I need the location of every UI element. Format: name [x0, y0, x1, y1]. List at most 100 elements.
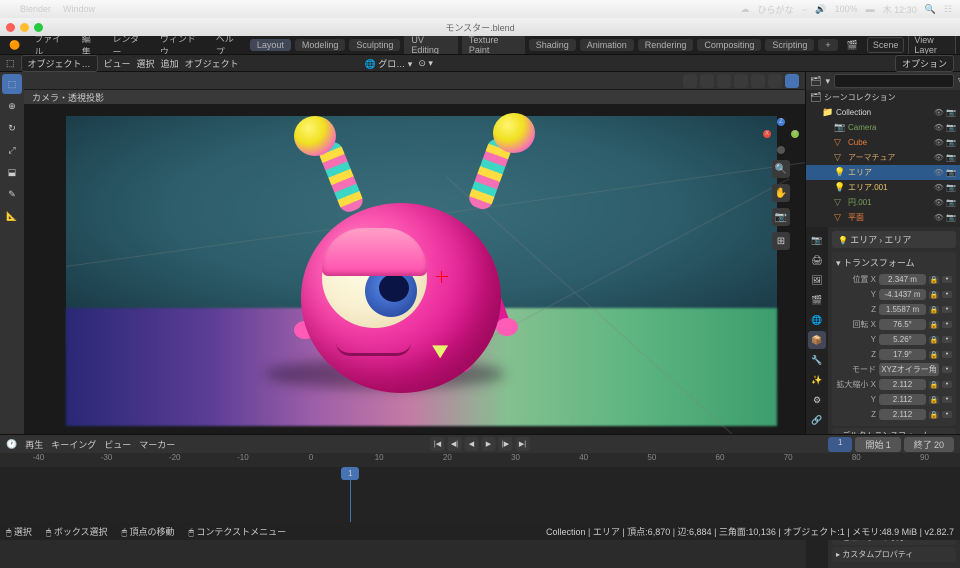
- gizmo-toggle[interactable]: [700, 74, 714, 88]
- scale-y[interactable]: 2.112: [879, 394, 926, 405]
- overlay-toggle[interactable]: [683, 74, 697, 88]
- workspace-tab-texpaint[interactable]: Texture Paint: [462, 34, 525, 56]
- editor-type-icon[interactable]: ⬚: [6, 58, 15, 69]
- pivot-selector[interactable]: ⊙ ▾: [418, 58, 433, 69]
- timeline-track[interactable]: 1: [0, 467, 960, 522]
- viewport-gizmo[interactable]: X Y Z 🔍 ✋ 📷 ⊞: [763, 118, 799, 250]
- control-center-icon[interactable]: ☷: [944, 4, 952, 15]
- scene-selector[interactable]: Scene: [867, 37, 905, 53]
- app-menu-window[interactable]: Window: [63, 4, 95, 14]
- workspace-tab-uv[interactable]: UV Editing: [404, 34, 458, 56]
- workspace-tab-rendering[interactable]: Rendering: [638, 39, 694, 51]
- vp-menu-select[interactable]: 選択: [137, 57, 155, 70]
- xray-toggle[interactable]: [717, 74, 731, 88]
- app-name[interactable]: Blender: [20, 4, 51, 14]
- shading-solid[interactable]: [751, 74, 765, 88]
- prop-tab-viewlayer[interactable]: 🖼: [808, 271, 826, 289]
- frame-end[interactable]: 終了 20: [904, 437, 954, 452]
- orientation-selector[interactable]: 🌐 グロ… ▾: [365, 57, 413, 70]
- transform-label[interactable]: トランスフォーム: [843, 258, 915, 268]
- rot-y[interactable]: 5.26°: [879, 334, 926, 345]
- outliner-row[interactable]: ▽円.001👁 📷: [806, 195, 960, 210]
- zoom-icon[interactable]: 🔍: [772, 160, 790, 178]
- outliner-row[interactable]: 📁Collection👁 📷: [806, 105, 960, 120]
- play-button[interactable]: ▶: [482, 437, 496, 451]
- workspace-tab-layout[interactable]: Layout: [250, 39, 291, 51]
- camera-icon[interactable]: 📷: [772, 208, 790, 226]
- shading-preview[interactable]: [768, 74, 782, 88]
- blender-icon[interactable]: 🟠: [4, 38, 25, 53]
- rot-mode[interactable]: XYZオイラー角: [879, 363, 939, 376]
- frame-start[interactable]: 開始 1: [855, 437, 900, 452]
- scene-collection-label[interactable]: シーンコレクション: [824, 92, 956, 103]
- outliner-row[interactable]: ▽平面👁 📷: [806, 210, 960, 225]
- scale-x[interactable]: 2.112: [879, 379, 926, 390]
- perspective-icon[interactable]: ⊞: [772, 232, 790, 250]
- orbit-gizmo[interactable]: X Y Z: [763, 118, 799, 154]
- vp-menu-view[interactable]: ビュー: [104, 57, 131, 70]
- close-icon[interactable]: [6, 23, 15, 32]
- loc-z[interactable]: 1.5587 m: [879, 304, 926, 315]
- outliner-mode-icon[interactable]: ▾: [825, 76, 830, 87]
- volume-icon[interactable]: 🔊: [815, 4, 826, 15]
- loc-y[interactable]: -4.1437 m: [879, 289, 926, 300]
- rot-x[interactable]: 76.5°: [879, 319, 926, 330]
- outliner-row[interactable]: 💡エリア👁 📷: [806, 165, 960, 180]
- play-reverse-button[interactable]: ◀: [465, 437, 479, 451]
- outliner-row[interactable]: 💡エリア.001👁 📷: [806, 180, 960, 195]
- tool-scale[interactable]: ⬓: [2, 162, 22, 182]
- outliner-search[interactable]: [834, 74, 954, 88]
- prop-tab-world[interactable]: 🌐: [808, 311, 826, 329]
- workspace-tab-modeling[interactable]: Modeling: [295, 39, 346, 51]
- tool-annotate[interactable]: ✎: [2, 184, 22, 204]
- shading-rendered[interactable]: [785, 74, 799, 88]
- jump-start-button[interactable]: |◀: [431, 437, 445, 451]
- options-popover[interactable]: オプション: [895, 55, 954, 72]
- keyframe-prev-button[interactable]: ◀|: [448, 437, 462, 451]
- prop-tab-constraint[interactable]: 🔗: [808, 411, 826, 429]
- outliner-row[interactable]: ▽アーマチュア👁 📷: [806, 150, 960, 165]
- rot-z[interactable]: 17.9°: [879, 349, 926, 360]
- tl-menu-keying[interactable]: キーイング: [51, 438, 96, 451]
- keyframe-next-button[interactable]: |▶: [499, 437, 513, 451]
- pan-icon[interactable]: ✋: [772, 184, 790, 202]
- prop-tab-physics[interactable]: ⚙: [808, 391, 826, 409]
- workspace-add-tab[interactable]: +: [818, 39, 837, 51]
- outliner-row[interactable]: ▽Cube👁 📷: [806, 135, 960, 150]
- tool-select[interactable]: ⬚: [2, 74, 22, 94]
- outliner-row[interactable]: 📷Camera👁 📷: [806, 120, 960, 135]
- viewport-canvas[interactable]: X Y Z 🔍 ✋ 📷 ⊞: [24, 104, 805, 434]
- timeline-ruler[interactable]: -40-30-20-100102030405060708090: [0, 453, 960, 467]
- prop-tab-output[interactable]: 🖨: [808, 251, 826, 269]
- spotlight-icon[interactable]: 🔍: [925, 4, 936, 15]
- playhead[interactable]: 1: [350, 467, 351, 522]
- mode-selector[interactable]: オブジェクト…: [21, 55, 98, 72]
- current-frame[interactable]: 1: [828, 437, 852, 452]
- tl-menu-play[interactable]: 再生: [25, 438, 43, 451]
- jump-end-button[interactable]: ▶|: [516, 437, 530, 451]
- timeline-editor-icon[interactable]: 🕐: [6, 439, 17, 450]
- outliner-editor-icon[interactable]: 🗂: [810, 76, 821, 87]
- prop-tab-particles[interactable]: ✨: [808, 371, 826, 389]
- workspace-tab-compositing[interactable]: Compositing: [697, 39, 761, 51]
- scale-z[interactable]: 2.112: [879, 409, 926, 420]
- tool-cursor[interactable]: ⊕: [2, 96, 22, 116]
- vp-menu-object[interactable]: オブジェクト: [185, 57, 239, 70]
- tl-menu-view[interactable]: ビュー: [104, 438, 131, 451]
- workspace-tab-shading[interactable]: Shading: [529, 39, 576, 51]
- workspace-tab-sculpting[interactable]: Sculpting: [349, 39, 400, 51]
- prop-tab-render[interactable]: 📷: [808, 231, 826, 249]
- tl-menu-marker[interactable]: マーカー: [139, 438, 175, 451]
- workspace-tab-animation[interactable]: Animation: [580, 39, 634, 51]
- prop-section[interactable]: ▸ カスタムプロパティ: [832, 547, 956, 562]
- prop-tab-object[interactable]: 📦: [808, 331, 826, 349]
- ime-indicator[interactable]: ひらがな: [757, 3, 793, 16]
- vp-menu-add[interactable]: 追加: [161, 57, 179, 70]
- shading-wireframe[interactable]: [734, 74, 748, 88]
- tool-rotate[interactable]: ⤢: [2, 140, 22, 160]
- zoom-icon[interactable]: [34, 23, 43, 32]
- wifi-icon[interactable]: ⌢: [801, 4, 807, 15]
- tool-measure[interactable]: 📐: [2, 206, 22, 226]
- tool-move[interactable]: ↻: [2, 118, 22, 138]
- loc-x[interactable]: 2.347 m: [879, 274, 926, 285]
